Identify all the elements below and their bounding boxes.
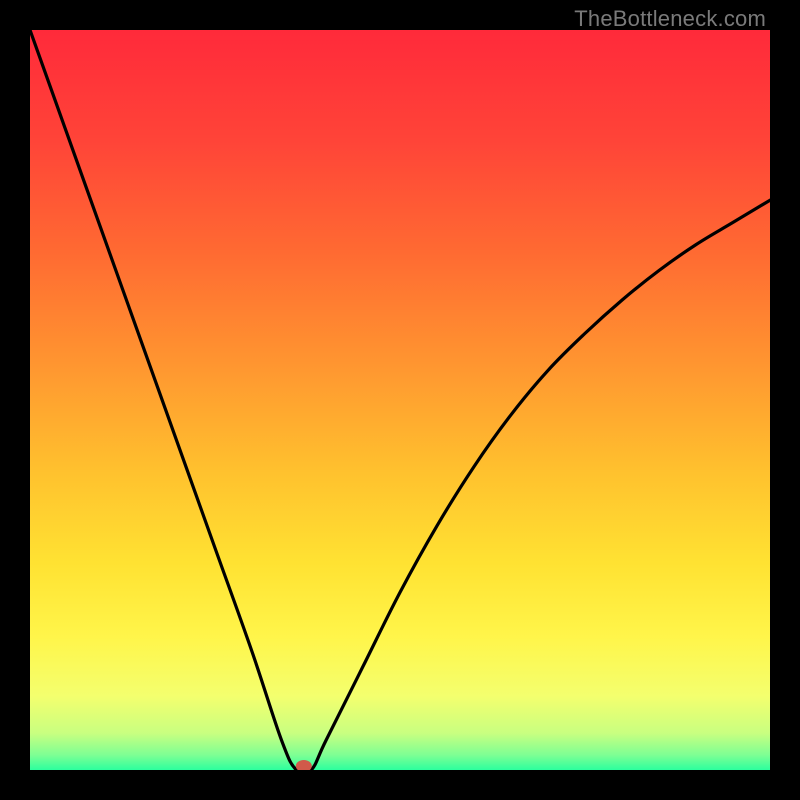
chart-frame: [30, 30, 770, 770]
watermark-text: TheBottleneck.com: [574, 6, 766, 32]
chart-curve-layer: [30, 30, 770, 770]
optimal-point-marker: [296, 760, 312, 770]
bottleneck-curve: [30, 30, 770, 770]
